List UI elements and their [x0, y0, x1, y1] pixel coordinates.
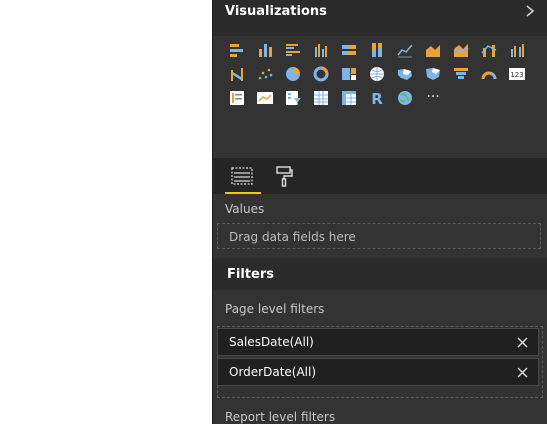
100-percent-stacked-bar-chart-icon[interactable]: [335, 38, 363, 62]
card-icon[interactable]: 123: [503, 62, 531, 86]
clustered-column-chart-icon[interactable]: [307, 38, 335, 62]
collapse-chevron-icon[interactable]: [523, 3, 537, 19]
pie-chart-icon[interactable]: [279, 62, 307, 86]
treemap-icon[interactable]: [335, 62, 363, 86]
shape-map-icon[interactable]: [419, 62, 447, 86]
area-chart-icon[interactable]: [419, 38, 447, 62]
visualizations-header: Visualizations: [213, 0, 547, 36]
tab-fields[interactable]: [223, 158, 261, 194]
line-chart-icon[interactable]: [391, 38, 419, 62]
filter-card-salesdate[interactable]: SalesDate(All): [217, 328, 539, 356]
more-visuals-icon[interactable]: ···: [419, 86, 447, 110]
values-dropzone[interactable]: Drag data fields here: [217, 223, 541, 249]
stacked-area-chart-icon[interactable]: [447, 38, 475, 62]
matrix-icon[interactable]: [335, 86, 363, 110]
line-and-clustered-column-chart-icon[interactable]: [503, 38, 531, 62]
stacked-column-chart-icon[interactable]: [251, 38, 279, 62]
filter-card-label: OrderDate(All): [229, 365, 317, 379]
funnel-icon[interactable]: [447, 62, 475, 86]
filter-card-label: SalesDate(All): [229, 335, 314, 349]
values-well-label: Values: [225, 202, 265, 216]
100-percent-stacked-column-chart-icon[interactable]: [363, 38, 391, 62]
filter-card-orderdate[interactable]: OrderDate(All): [217, 358, 539, 386]
table-icon[interactable]: [307, 86, 335, 110]
r-visual-icon[interactable]: R: [363, 86, 391, 110]
close-icon[interactable]: [517, 337, 528, 348]
report-canvas: [0, 0, 212, 424]
ribbon-chart-icon[interactable]: [223, 62, 251, 86]
gauge-icon[interactable]: [475, 62, 503, 86]
scatter-chart-icon[interactable]: [251, 62, 279, 86]
multi-row-card-icon[interactable]: [223, 86, 251, 110]
pane-tabs: [213, 158, 547, 194]
more-visuals-icon-text: ···: [426, 89, 439, 105]
fields-icon: [231, 167, 253, 185]
visualizations-title: Visualizations: [225, 4, 327, 19]
page-level-filters-label: Page level filters: [225, 302, 325, 316]
globe-map-icon[interactable]: [391, 86, 419, 110]
dropzone-placeholder: Drag data fields here: [229, 230, 356, 244]
visual-icon-row: [223, 38, 543, 62]
map-icon[interactable]: [363, 62, 391, 86]
slicer-icon[interactable]: [279, 86, 307, 110]
tab-format[interactable]: [265, 158, 303, 194]
visual-types-gallery: 123 R ···: [223, 38, 543, 110]
visualizations-pane: Visualizations 123 R ··· Values Drag dat…: [213, 0, 547, 424]
close-icon[interactable]: [517, 367, 528, 378]
paint-roller-icon: [276, 166, 293, 187]
r-visual-icon-text: R: [371, 90, 383, 107]
kpi-icon[interactable]: [251, 86, 279, 110]
filters-title: Filters: [227, 267, 274, 282]
visual-icon-row: R ···: [223, 86, 543, 110]
visual-icon-row: 123: [223, 62, 543, 86]
donut-chart-icon[interactable]: [307, 62, 335, 86]
report-level-filters-label: Report level filters: [225, 410, 336, 424]
filled-map-icon[interactable]: [391, 62, 419, 86]
filters-header: Filters: [213, 258, 547, 290]
clustered-bar-chart-icon[interactable]: [279, 38, 307, 62]
card-icon-text: 123: [510, 71, 523, 79]
line-and-stacked-column-chart-icon[interactable]: [475, 38, 503, 62]
stacked-bar-chart-icon[interactable]: [223, 38, 251, 62]
